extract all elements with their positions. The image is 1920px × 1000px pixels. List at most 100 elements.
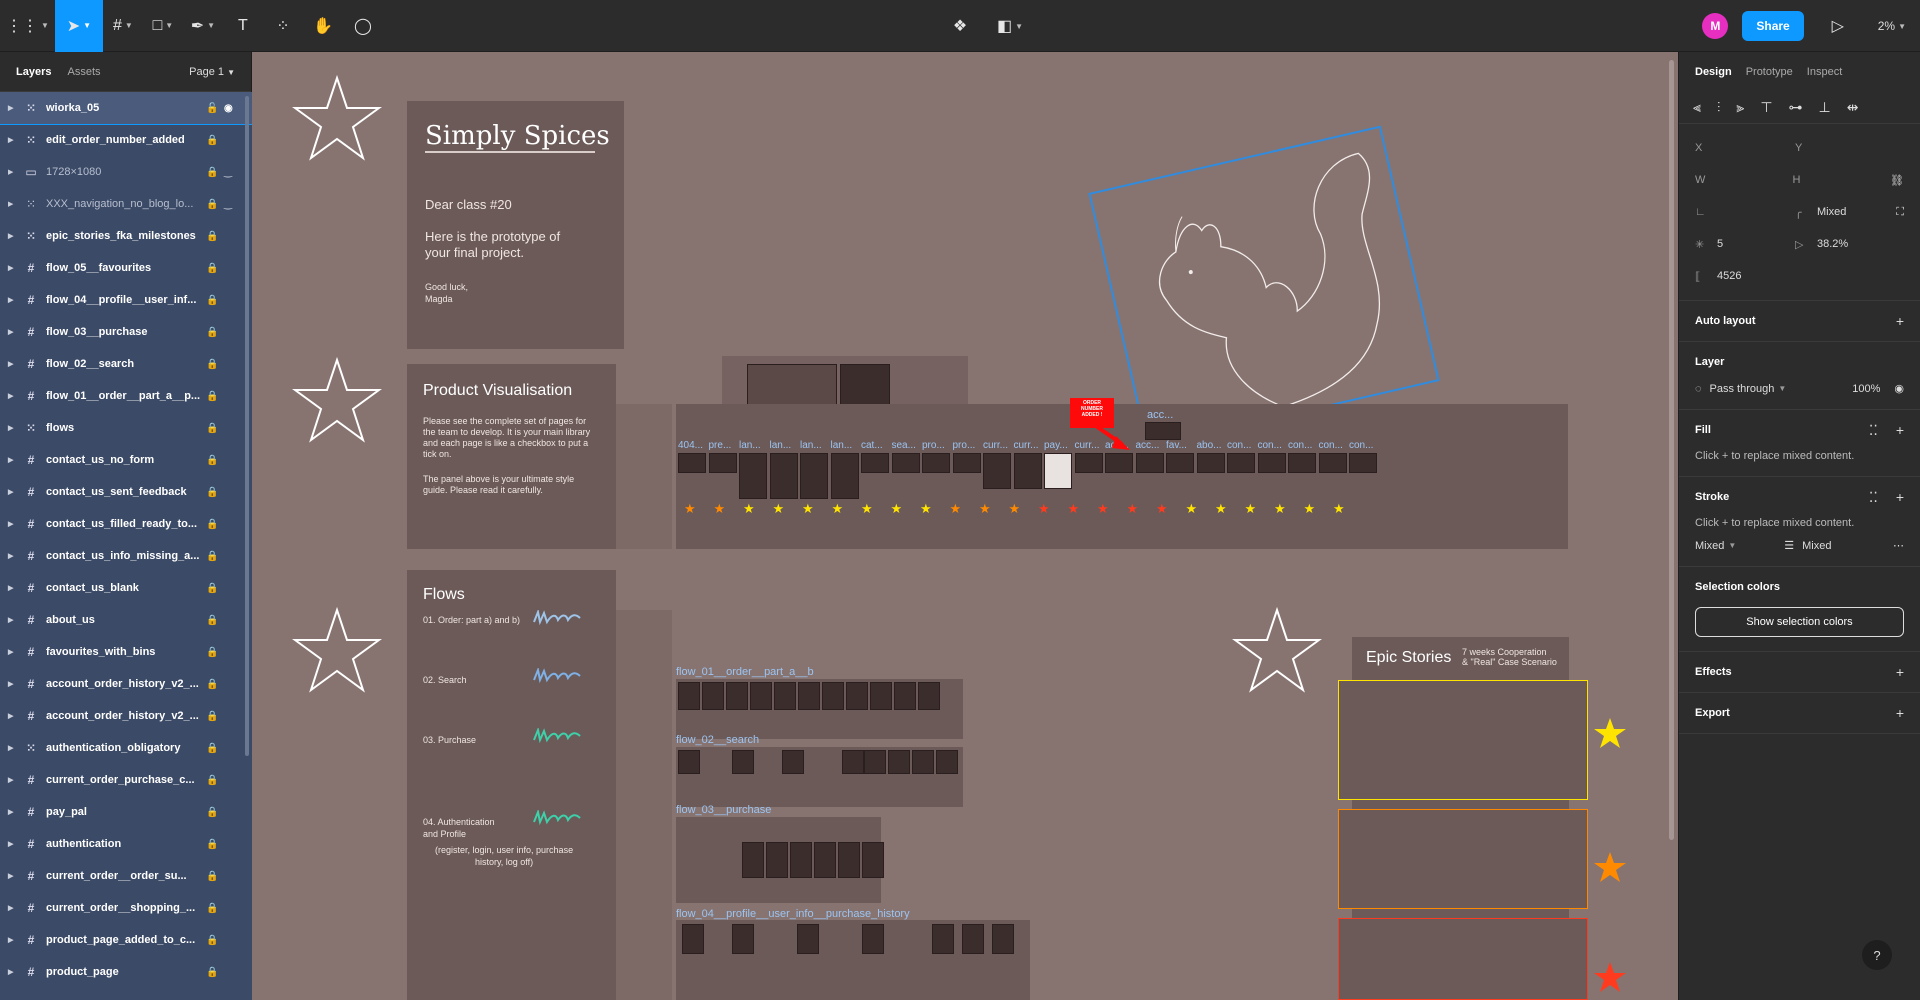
layer-row[interactable]: ▶ # favourites_with_bins 🔒 <box>0 636 252 668</box>
page-thumb[interactable] <box>1135 453 1164 473</box>
lock-icon[interactable]: 🔒 <box>206 199 218 210</box>
comment-tool-button[interactable]: ◯ <box>343 0 383 52</box>
styles-icon[interactable]: ⁚⁚ <box>1869 422 1878 439</box>
flow-screen-thumb[interactable] <box>732 750 754 774</box>
tab-layers[interactable]: Layers <box>16 66 51 78</box>
plus-icon[interactable]: + <box>1896 705 1904 721</box>
layer-row[interactable]: ▶ # product_page 🔒 <box>0 956 252 988</box>
h-field[interactable]: H <box>1793 174 1891 186</box>
page-thumb[interactable] <box>1074 453 1103 473</box>
page-thumb[interactable] <box>830 453 859 499</box>
layer-row[interactable]: ▶ # authentication 🔒 <box>0 828 252 860</box>
layer-row[interactable]: ▶ # contact_us_blank 🔒 <box>0 572 252 604</box>
page-thumb[interactable] <box>1349 453 1377 473</box>
eye-closed-icon[interactable]: ‿ <box>224 167 232 178</box>
page-thumb[interactable] <box>891 453 920 473</box>
flow-screen-thumb[interactable] <box>894 682 916 710</box>
lock-icon[interactable]: 🔒 <box>206 327 218 338</box>
page-thumb[interactable] <box>952 453 981 473</box>
page-thumb[interactable] <box>1044 453 1072 489</box>
layer-row[interactable]: ▶ ⁙ edit_order_number_added 🔒 <box>0 124 252 156</box>
lock-icon[interactable]: 🔒 <box>206 775 218 786</box>
lock-icon[interactable]: 🔒 <box>206 935 218 946</box>
lock-icon[interactable]: 🔒 <box>206 263 218 274</box>
layer-row[interactable]: ▶ # contact_us_no_form 🔒 <box>0 444 252 476</box>
flow-screen-thumb[interactable] <box>842 750 864 774</box>
spacing-field[interactable]: ⟦ 4526 <box>1695 270 1795 283</box>
lock-icon[interactable]: 🔒 <box>206 391 218 402</box>
flow-screen-thumb[interactable] <box>838 842 860 878</box>
lock-icon[interactable]: 🔒 <box>206 167 218 178</box>
page-thumb[interactable] <box>1196 453 1225 473</box>
page-thumb[interactable] <box>1105 453 1133 473</box>
canvas-scrollbar[interactable] <box>1669 60 1674 840</box>
lock-icon[interactable]: 🔒 <box>206 871 218 882</box>
align-right-icon[interactable]: ⫸ <box>1736 99 1744 116</box>
intro-card[interactable]: Simply Spices Dear class #20 Here is the… <box>407 101 624 349</box>
pen-tool-button[interactable]: ✒ ▼ <box>183 0 223 52</box>
eye-icon[interactable]: ◉ <box>1894 382 1904 395</box>
resources-tool-button[interactable]: ⁘ <box>263 0 303 52</box>
flow-screen-thumb[interactable] <box>814 842 836 878</box>
page-thumb[interactable] <box>861 453 889 473</box>
flows-card[interactable]: Flows 01. Order: part a) and b) 02. Sear… <box>407 570 616 1000</box>
layer-row[interactable]: ▶ ⁙ flows 🔒 <box>0 412 252 444</box>
layer-row[interactable]: ▶ # pay_pal 🔒 <box>0 796 252 828</box>
expand-arrow-icon[interactable]: ▶ <box>8 808 20 816</box>
expand-arrow-icon[interactable]: ▶ <box>8 520 20 528</box>
layer-row[interactable]: ▶ # flow_01__order__part_a__p... 🔒 <box>0 380 252 412</box>
help-button[interactable]: ? <box>1862 940 1892 970</box>
page-thumb[interactable] <box>983 453 1011 489</box>
expand-arrow-icon[interactable]: ▶ <box>8 968 20 976</box>
main-menu-button[interactable]: ⋮⋮ ▼ <box>0 0 55 52</box>
expand-arrow-icon[interactable]: ▶ <box>8 648 20 656</box>
eye-closed-icon[interactable]: ‿ <box>224 199 232 210</box>
expand-arrow-icon[interactable]: ▶ <box>8 680 20 688</box>
zoom-menu[interactable]: 2% ▼ <box>1872 0 1912 52</box>
expand-arrow-icon[interactable]: ▶ <box>8 840 20 848</box>
page-thumb[interactable] <box>1288 453 1316 473</box>
page-thumb[interactable] <box>769 453 798 499</box>
eye-icon[interactable]: ◉ <box>224 103 233 114</box>
expand-arrow-icon[interactable]: ▶ <box>8 232 20 240</box>
expand-arrow-icon[interactable]: ▶ <box>8 328 20 336</box>
hand-tool-button[interactable]: ✋ <box>303 0 343 52</box>
align-top-icon[interactable]: ⊤ <box>1760 99 1772 116</box>
page-thumb[interactable] <box>708 453 737 473</box>
expand-arrow-icon[interactable]: ▶ <box>8 616 20 624</box>
expand-arrow-icon[interactable]: ▶ <box>8 296 20 304</box>
flow-screen-thumb[interactable] <box>918 682 940 710</box>
expand-arrow-icon[interactable]: ▶ <box>8 744 20 752</box>
lock-icon[interactable]: 🔒 <box>206 743 218 754</box>
unlock-icon[interactable]: 🔓 <box>206 103 218 114</box>
expand-arrow-icon[interactable]: ▶ <box>8 104 20 112</box>
expand-arrow-icon[interactable]: ▶ <box>8 168 20 176</box>
epic-story-3[interactable] <box>1338 918 1588 1000</box>
lock-icon[interactable]: 🔒 <box>206 807 218 818</box>
flow-screen-thumb[interactable] <box>678 750 700 774</box>
flow-screen-thumb[interactable] <box>862 842 884 878</box>
flow-screen-thumb[interactable] <box>846 682 868 710</box>
expand-arrow-icon[interactable]: ▶ <box>8 552 20 560</box>
layer-row[interactable]: ▶ # product_page_added_to_c... 🔒 <box>0 924 252 956</box>
plus-icon[interactable]: + <box>1896 489 1904 506</box>
page-thumb[interactable] <box>1166 453 1194 473</box>
canvas[interactable]: Simply Spices Dear class #20 Here is the… <box>252 52 1678 1000</box>
avatar[interactable]: M <box>1702 13 1729 39</box>
flow-screen-thumb[interactable] <box>870 682 892 710</box>
layer-row[interactable]: ▶ # account_order_history_v2_... 🔒 <box>0 668 252 700</box>
star-ratio-field[interactable]: ▷ 38.2% <box>1795 238 1895 251</box>
align-bottom-icon[interactable]: ⊥ <box>1819 99 1831 116</box>
layer-row[interactable]: ▶ # contact_us_info_missing_a... 🔒 <box>0 540 252 572</box>
flow-screen-thumb[interactable] <box>864 750 886 774</box>
lock-icon[interactable]: 🔒 <box>206 711 218 722</box>
plus-icon[interactable]: + <box>1896 422 1904 439</box>
align-center-h-icon[interactable]: ⫶ <box>1717 99 1721 116</box>
flow-screen-thumb[interactable] <box>888 750 910 774</box>
flow-screen-thumb[interactable] <box>682 924 704 954</box>
lock-icon[interactable]: 🔒 <box>206 135 218 146</box>
w-field[interactable]: W <box>1695 174 1793 186</box>
expand-arrow-icon[interactable]: ▶ <box>8 136 20 144</box>
tab-prototype[interactable]: Prototype <box>1746 66 1793 78</box>
lock-icon[interactable]: 🔒 <box>206 487 218 498</box>
